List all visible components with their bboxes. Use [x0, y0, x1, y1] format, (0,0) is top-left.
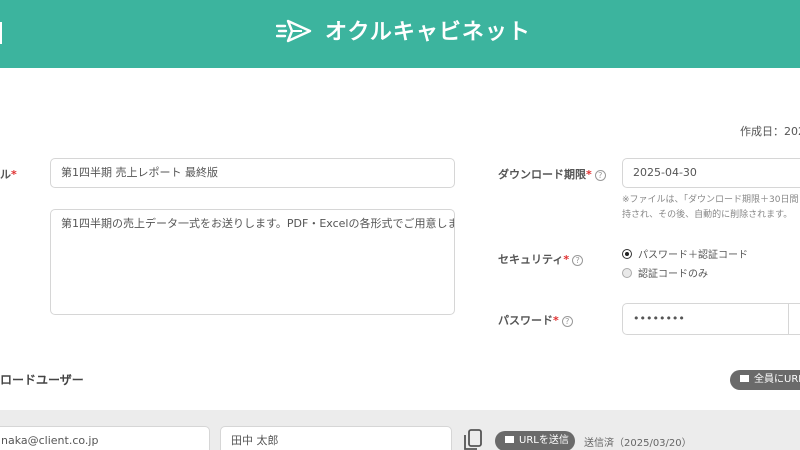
password-label: パスワード*?: [498, 312, 573, 328]
title-label: ル*: [0, 166, 17, 182]
security-label: セキュリティ*?: [498, 251, 584, 267]
paper-plane-icon: [276, 19, 312, 43]
help-icon[interactable]: ?: [572, 255, 584, 266]
download-deadline-label: ダウンロード期限*?: [498, 166, 606, 182]
app-header: オクルキャビネット: [0, 0, 800, 68]
required-mark: *: [11, 168, 17, 181]
deadline-note-line2: 持され、その後、自動的に削除されます。: [622, 210, 793, 220]
created-date: 作成日：202: [740, 125, 800, 138]
title-label-text: ル: [0, 168, 11, 181]
user-name-input[interactable]: 田中 太郎: [220, 426, 452, 450]
security-option-label: 認証コードのみ: [638, 269, 708, 280]
security-option-label: パスワード＋認証コード: [638, 250, 748, 261]
user-email-input[interactable]: naka@client.co.jp: [0, 426, 210, 450]
security-label-text: セキュリティ: [498, 253, 564, 266]
message-textarea[interactable]: 第1四半期の売上データ一式をお送りします。PDF・Excelの各形式でご用意しま…: [50, 209, 455, 315]
send-status: 送信済（2025/03/20）: [584, 438, 692, 449]
send-url-button[interactable]: URLを送信: [495, 431, 575, 450]
help-icon[interactable]: ?: [561, 316, 573, 327]
download-users-title: ロードユーザー: [0, 373, 84, 387]
header-edge-mark: [0, 22, 2, 44]
required-mark: *: [563, 253, 570, 266]
help-icon[interactable]: ?: [594, 170, 606, 181]
title-input[interactable]: 第1四半期 売上レポート 最終版: [50, 158, 455, 188]
send-url-to-all-button[interactable]: 全員にURL: [730, 370, 800, 390]
radio-unselected-icon[interactable]: [622, 268, 632, 278]
deadline-note-line1: ※ファイルは、「ダウンロード期限＋30日間: [622, 195, 799, 205]
envelope-icon: [740, 375, 749, 382]
security-option-password-and-code[interactable]: パスワード＋認証コード: [622, 246, 748, 261]
password-input[interactable]: ••••••••: [622, 303, 790, 335]
copy-icon[interactable]: [462, 428, 484, 450]
required-mark: *: [553, 314, 559, 327]
required-mark: *: [586, 168, 592, 181]
password-toggle-button[interactable]: [788, 303, 800, 335]
app-name: オクルキャビネット: [325, 20, 531, 45]
envelope-icon: [505, 436, 514, 443]
send-url-label: URLを送信: [519, 435, 569, 446]
radio-selected-icon[interactable]: [622, 249, 632, 259]
send-all-label: 全員にURL: [754, 374, 800, 385]
security-option-code-only[interactable]: 認証コードのみ: [622, 265, 708, 280]
password-label-text: パスワード: [498, 314, 553, 327]
download-deadline-label-text: ダウンロード期限: [498, 168, 586, 181]
download-deadline-input[interactable]: 2025-04-30: [622, 158, 800, 188]
